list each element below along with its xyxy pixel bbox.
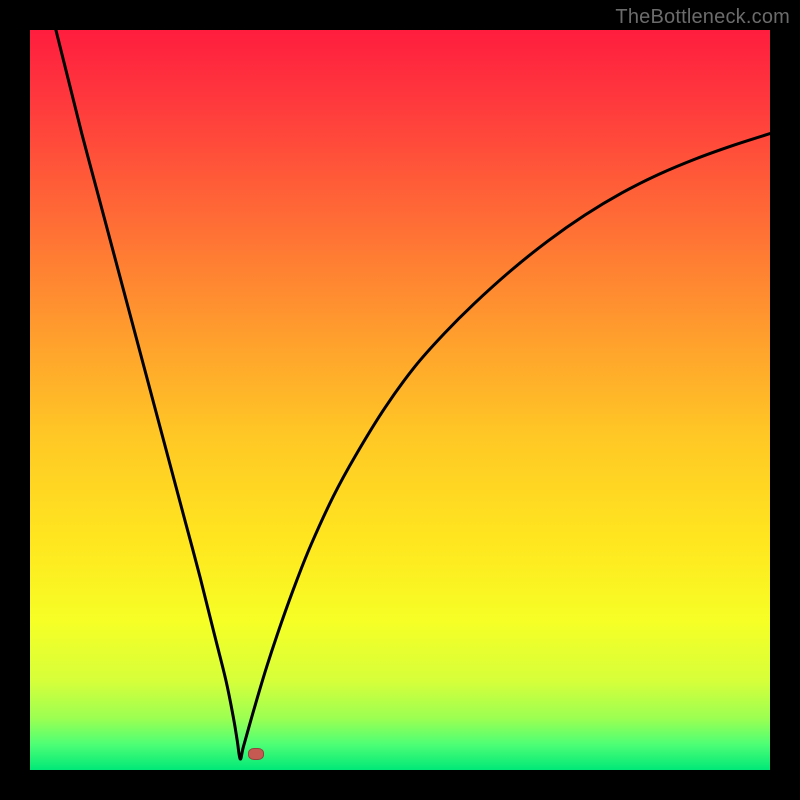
gradient-background [30,30,770,770]
chart-svg [30,30,770,770]
optimum-marker [248,748,264,760]
chart-frame: TheBottleneck.com [0,0,800,800]
plot-area [30,30,770,770]
watermark-label: TheBottleneck.com [615,6,790,29]
